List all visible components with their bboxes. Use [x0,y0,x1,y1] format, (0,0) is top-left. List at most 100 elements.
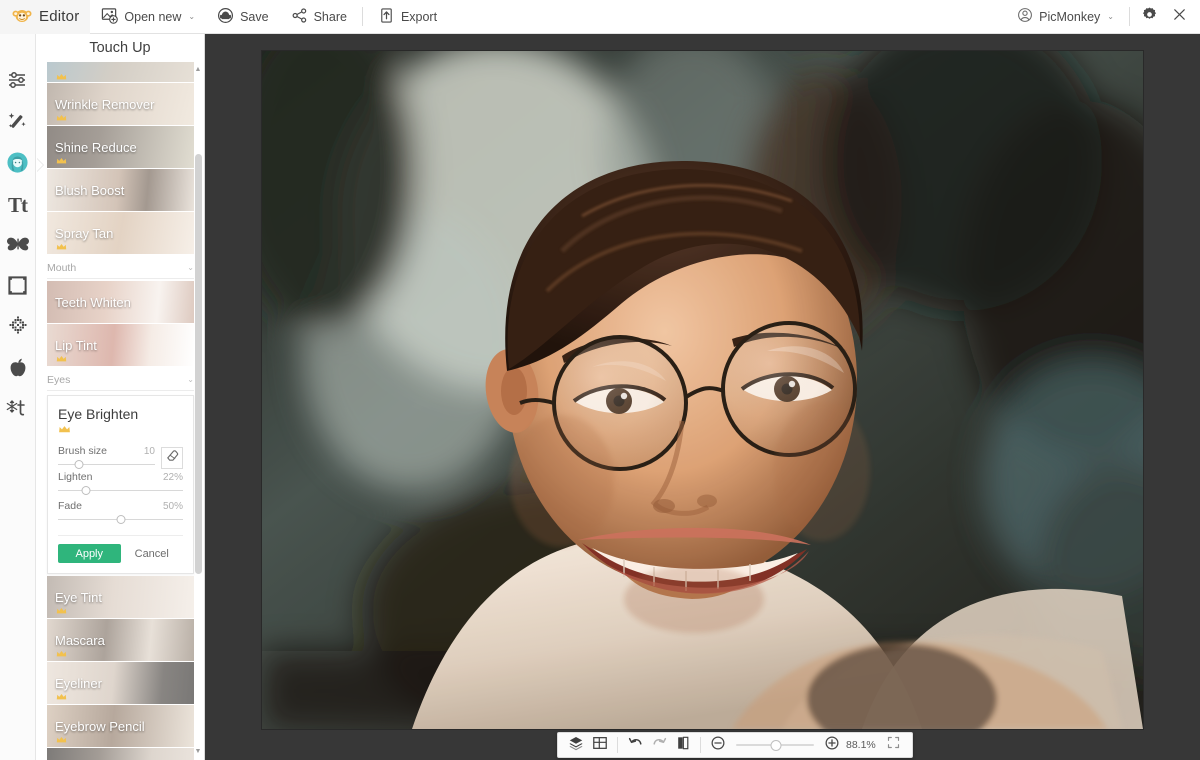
topbar-right-group: PicMonkey ⌄ [1006,0,1200,34]
fx-card[interactable]: Eyeliner [47,662,194,704]
slider-label: Brush size [58,445,108,457]
section-label: Mouth [47,261,77,274]
zoom-in-icon [824,735,840,756]
canvas-area[interactable] [205,34,1200,760]
slider-value: 50% [162,501,183,512]
toolbar-divider [1129,7,1130,26]
fx-card[interactable]: Spray Tan [47,212,194,254]
export-icon [378,7,395,27]
fx-label: Shine Reduce [55,139,137,155]
fullscreen-icon [886,735,901,755]
section-header-eyes[interactable]: Eyes ⌄ [47,369,194,391]
zoom-slider-knob[interactable] [770,740,782,751]
snowflake-t-icon [6,398,30,423]
toolbar-divider [361,7,363,26]
gear-icon [1141,6,1158,28]
rail-item-effects[interactable] [0,103,36,144]
share-button[interactable]: Share [280,0,358,34]
export-button[interactable]: Export [367,0,448,34]
fx-label: Blush Boost [55,182,125,198]
compare-icon [675,735,691,756]
apple-icon [8,357,28,383]
bottom-toolbar: 88.1% [557,732,913,758]
panel-scrollbar-track[interactable] [195,64,202,758]
crown-icon [56,608,67,614]
fx-card[interactable] [47,62,194,82]
slider-knob[interactable] [81,486,90,495]
cancel-button[interactable]: Cancel [121,544,184,563]
slider-brush-size[interactable]: Brush size 10 [58,445,155,471]
open-new-label: Open new [124,9,182,24]
rail-item-themes[interactable] [0,349,36,390]
rail-item-touch-up[interactable] [0,144,36,185]
redo-button[interactable] [647,733,671,757]
undo-button[interactable] [623,733,647,757]
rail-item-seasonal[interactable] [0,390,36,431]
fx-card[interactable]: Eye Shadow [47,748,194,760]
close-button[interactable] [1164,0,1194,34]
open-new-button[interactable]: Open new ⌄ [90,0,206,34]
layers-icon [568,735,584,756]
magic-wand-icon [7,110,29,137]
slider-track[interactable] [58,514,183,526]
settings-button[interactable] [1134,0,1164,34]
crown-icon [56,356,67,362]
fx-card[interactable]: Lip Tint [47,324,194,366]
fx-card[interactable]: Mascara [47,619,194,661]
compare-button[interactable] [671,733,695,757]
zoom-out-button[interactable] [706,733,730,757]
fx-card[interactable]: Wrinkle Remover [47,83,194,125]
fx-card[interactable]: Shine Reduce [47,126,194,168]
slider-track[interactable] [58,459,155,471]
fx-thumb [47,62,194,82]
save-label: Save [240,9,269,24]
scroll-down-arrow[interactable]: ▼ [194,748,202,756]
rail-item-graphics[interactable] [0,226,36,267]
fx-card[interactable]: Eye Tint [47,576,194,618]
fullscreen-button[interactable] [882,733,906,757]
touch-up-panel: Touch Up Wrinkle Remover Shine Reduce Bl… [36,34,205,760]
crown-icon [56,158,67,164]
brand-editor-button[interactable]: Editor [0,0,91,34]
chevron-down-icon: ⌄ [187,263,194,272]
fx-card[interactable]: Blush Boost [47,169,194,211]
text-icon: Tt [8,193,28,217]
section-header-mouth[interactable]: Mouth ⌄ [47,257,194,279]
eraser-button[interactable] [161,447,183,469]
open-new-icon [101,7,119,27]
panel-scrollbar-thumb[interactable] [195,154,202,574]
panel-scroll-area[interactable]: Wrinkle Remover Shine Reduce Blush Boost… [36,62,204,760]
slider-fade[interactable]: Fade 50% [58,500,183,526]
slider-knob[interactable] [74,460,84,469]
layers-button[interactable] [564,733,588,757]
fx-card[interactable]: Teeth Whiten [47,281,194,323]
edited-photo[interactable] [262,51,1143,729]
butterfly-icon [6,235,30,258]
slider-track[interactable] [58,485,183,497]
rail-item-frames[interactable] [0,267,36,308]
fx-label: Eyeliner [55,675,102,691]
crown-icon [56,74,67,80]
slider-knob[interactable] [116,515,125,524]
toolbar-divider [700,737,701,753]
slider-value: 22% [162,472,183,483]
texture-icon [7,315,29,342]
rail-item-textures[interactable] [0,308,36,349]
slider-value: 10 [143,446,155,457]
tool-actions: Apply Cancel [58,535,183,563]
export-label: Export [400,9,438,24]
grid-button[interactable] [588,733,612,757]
tool-title: Eye Brighten [58,406,139,422]
rail-item-text[interactable]: Tt [0,185,36,226]
slider-lighten[interactable]: Lighten 22% [58,471,183,497]
rail-item-adjust[interactable] [0,62,36,103]
fx-card[interactable]: Eyebrow Pencil [47,705,194,747]
zoom-slider[interactable] [736,735,814,755]
save-button[interactable]: Save [206,0,280,34]
eraser-icon [165,448,180,468]
account-menu-button[interactable]: PicMonkey ⌄ [1006,0,1125,34]
zoom-in-button[interactable] [820,733,844,757]
photo-frame [262,51,1143,729]
apply-button[interactable]: Apply [58,544,121,563]
scroll-up-arrow[interactable]: ▲ [194,66,202,74]
